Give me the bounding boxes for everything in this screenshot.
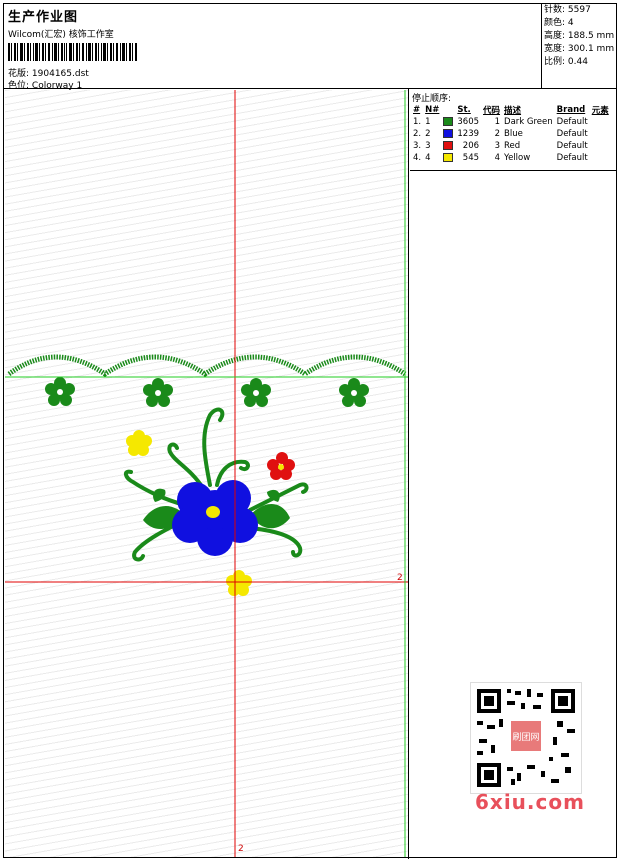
scalloped-border [7,354,407,378]
col-n: N# [425,105,440,115]
color-swatch-icon [443,141,454,150]
stat-scale: 比例: 0.44 [544,57,588,67]
barcode-icon [8,43,137,61]
panel-divider [408,89,409,859]
table-row: 4. 4 545 4 Yellow Default [413,153,588,163]
stop-sequence-table: # N# St. 代码 描述 Brand 元素 1. 1 3605 1 Dark G… [411,104,611,164]
col-code: 代码 [483,106,501,116]
table-header-row: # N# St. 代码 描述 Brand 元素 [411,104,611,116]
stat-stitches: 针数: 5597 [544,5,591,15]
color-swatch-icon [443,153,454,162]
seal-text: 刷团网 [512,732,539,743]
col-description: 描述 [504,106,522,116]
color-swatch-icon [443,129,454,138]
col-color-swatch [441,104,455,116]
col-brand: Brand [556,105,586,115]
panel-section-divider [410,170,616,171]
col-index: # [413,105,421,115]
h-guide-label: 2 [397,573,403,583]
stop-sequence-title: 停止顺序: [412,94,452,104]
design-label: 花版: [8,69,30,79]
table-row: 2. 2 1239 2 Blue Default [413,129,588,139]
stat-colors: 颜色: 4 [544,18,574,28]
header-divider [4,88,616,89]
sheet-title: 生产作业图 [8,10,79,25]
table-row: 3. 3 206 3 Red Default [413,141,588,151]
design-canvas: 2 2 [5,90,408,857]
design-file: 1904165.dst [31,69,89,79]
header: 生产作业图 Wilcom(汇宏) 核饰工作室 花版: 1904165.dst 色… [8,6,538,91]
watermark-site: 6xiu.com [475,790,585,814]
col-stitches: St. [457,105,471,115]
stats-box: 针数: 5597 颜色: 4 高度: 188.5 mm 宽度: 300.1 mm… [541,4,617,88]
small-green-flowers [45,377,369,407]
stat-height: 高度: 188.5 mm [544,31,615,41]
stat-width: 宽度: 300.1 mm [544,44,615,54]
v-guide-label: 2 [238,844,244,854]
sheet-subtitle: Wilcom(汇宏) 核饰工作室 [8,30,114,40]
blue-flower [172,480,258,556]
col-element: 元素 [591,106,609,116]
color-swatch-icon [443,117,454,126]
embroidery-design [5,90,408,857]
qr-code-icon: 刷团网 [470,682,582,794]
red-flower [267,452,295,480]
table-row: 1. 1 3605 1 Dark Green Default [413,117,588,127]
